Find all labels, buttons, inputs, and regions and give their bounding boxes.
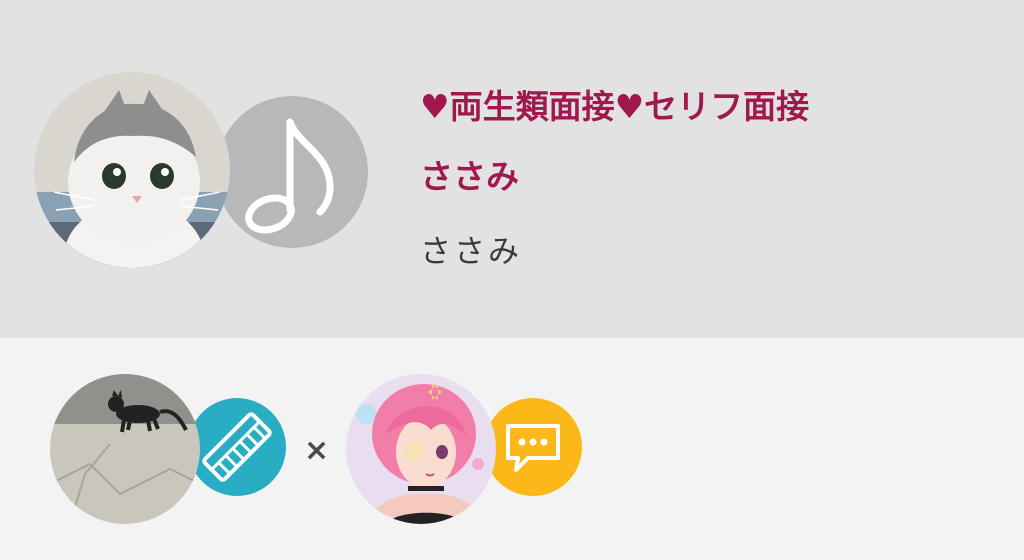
uploader-name[interactable]: ささみ bbox=[420, 226, 522, 271]
keyboard-icon bbox=[202, 412, 272, 482]
collab-separator: × bbox=[304, 433, 330, 468]
speech-bubble-badge bbox=[484, 398, 582, 496]
music-note-badge bbox=[216, 96, 368, 248]
speech-bubble-icon bbox=[506, 424, 560, 472]
anime-girl-avatar[interactable] bbox=[346, 374, 496, 524]
anime-girl-illustration bbox=[346, 374, 496, 524]
cat-photo bbox=[34, 72, 230, 268]
artist-name[interactable]: ささみ bbox=[420, 150, 519, 198]
cat-on-pavement-avatar[interactable] bbox=[50, 374, 200, 524]
recording-title[interactable]: ♥両生類面接♥セリフ面接 bbox=[420, 80, 809, 128]
keyboard-badge bbox=[188, 398, 286, 496]
cat-photo-avatar[interactable] bbox=[34, 72, 230, 268]
music-note-icon bbox=[245, 118, 334, 234]
recording-header: ♥両生類面接♥セリフ面接 ささみ ささみ bbox=[0, 0, 1024, 338]
cat-on-pavement-photo bbox=[50, 374, 200, 524]
